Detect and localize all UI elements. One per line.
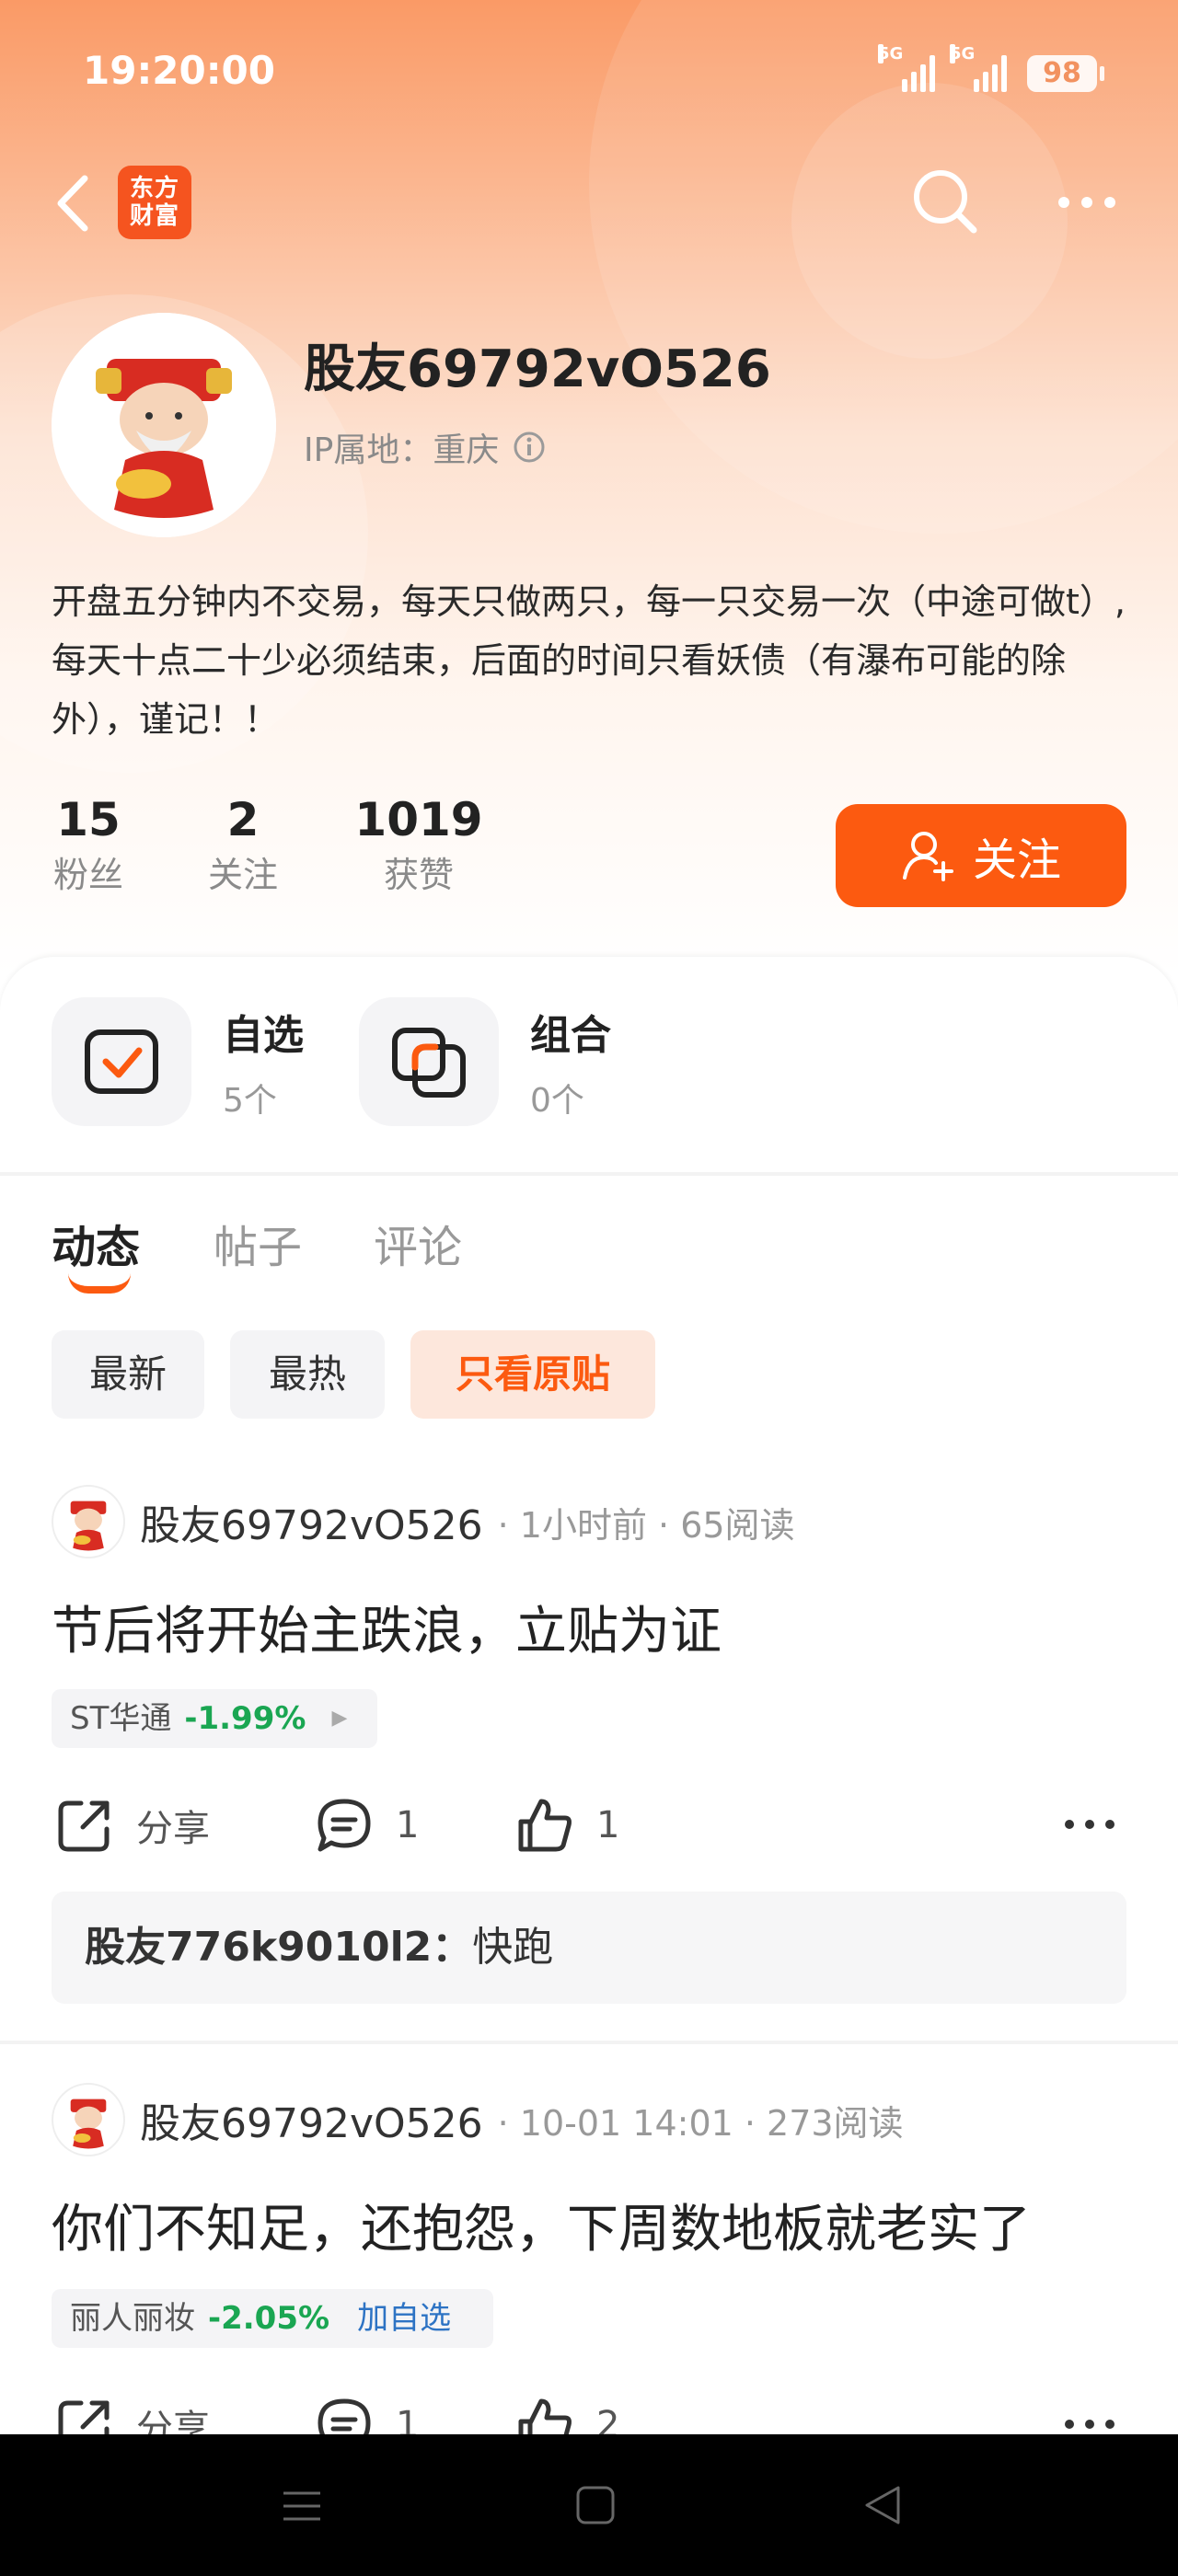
profile-avatar[interactable]: [52, 313, 276, 537]
portfolio-title: 组合: [530, 1012, 611, 1059]
fortune-god-avatar-icon: [70, 1501, 107, 1551]
system-navigation-bar: [0, 2434, 1178, 2576]
post-avatar[interactable]: [52, 1485, 125, 1558]
stat-likes[interactable]: 1019 获赞: [350, 793, 488, 897]
chevron-left-icon: [57, 175, 88, 232]
ip-location-row: IP属地：重庆: [304, 423, 547, 471]
stat-fans[interactable]: 15 粉丝: [33, 793, 144, 897]
post-more-button[interactable]: [1062, 1811, 1117, 1842]
share-action[interactable]: 分享: [55, 1796, 210, 1855]
stock-tag[interactable]: 丽人丽妆 -2.05% 加自选: [52, 2289, 493, 2348]
back-triangle-icon: [865, 2486, 900, 2524]
home-square-icon: [576, 2486, 615, 2524]
stock-name: ST华通: [70, 1700, 172, 1737]
more-dots-icon: [1065, 1820, 1114, 1829]
portfolio-icon: [392, 1028, 466, 1098]
profile-username: 股友69792vO526: [304, 339, 771, 399]
post-meta: · 10-01 14:01 · 273阅读: [497, 2102, 904, 2144]
more-options-button[interactable]: [1055, 184, 1119, 221]
stat-value: 1019: [354, 793, 483, 846]
thumbs-up-icon: [518, 1799, 572, 1852]
add-to-watchlist-link[interactable]: 加自选: [357, 2289, 451, 2348]
post-header: 股友69792vO526 · 10-01 14:01 · 273阅读: [52, 2083, 904, 2156]
post-author[interactable]: 股友69792vO526: [140, 1492, 483, 1551]
filter-hottest[interactable]: 最热: [230, 1330, 385, 1419]
fortune-god-avatar-icon: [70, 2099, 107, 2149]
info-icon[interactable]: [512, 430, 547, 465]
stat-value: 2: [226, 793, 260, 846]
search-icon: [914, 170, 977, 234]
status-time: 19:20:00: [83, 48, 275, 93]
tab-comments[interactable]: 评论: [374, 1211, 462, 1275]
like-action[interactable]: 1: [515, 1796, 619, 1855]
portfolio-count: 0个: [530, 1082, 584, 1120]
reply-author: 股友776k9010l2：: [85, 1924, 473, 1971]
filter-latest[interactable]: 最新: [52, 1330, 204, 1419]
signal-icon: 5G: [878, 44, 935, 92]
post-header: 股友69792vO526 · 1小时前 · 65阅读: [52, 1485, 795, 1558]
follow-button[interactable]: 关注: [836, 804, 1126, 907]
stock-change: -2.05%: [208, 2300, 330, 2337]
comment-count: 1: [396, 1804, 420, 1846]
home-button[interactable]: [574, 2484, 617, 2530]
watchlist-count: 5个: [223, 1082, 277, 1120]
watchlist-icon-box: [52, 997, 191, 1126]
share-icon: [58, 1800, 110, 1852]
stat-following[interactable]: 2 关注: [188, 793, 298, 897]
fortune-god-avatar-icon: [52, 313, 276, 537]
comment-action[interactable]: 1: [315, 1796, 419, 1855]
share-label: 分享: [136, 1808, 210, 1850]
more-dots-icon: [1058, 197, 1115, 208]
comment-icon: [318, 1799, 371, 1852]
menu-button[interactable]: [282, 2486, 322, 2530]
follow-label: 关注: [972, 834, 1061, 886]
battery-indicator: 98: [1027, 55, 1104, 92]
stat-label: 关注: [207, 855, 278, 895]
post-author[interactable]: 股友69792vO526: [140, 2090, 483, 2149]
profile-bio: 开盘五分钟内不交易，每天只做两只，每一只交易一次（中途可做t）,每天十点二十少必…: [52, 581, 1126, 740]
reply-text: 快跑: [472, 1924, 554, 1971]
tab-activity[interactable]: 动态: [52, 1211, 140, 1275]
search-button[interactable]: [909, 166, 979, 236]
stat-label: 粉丝: [52, 855, 123, 895]
stock-name: 丽人丽妆: [70, 2300, 195, 2337]
filter-original-only[interactable]: 只看原贴: [410, 1330, 655, 1419]
portfolio-icon-box: [359, 997, 499, 1126]
watchlist-title: 自选: [223, 1012, 304, 1059]
app-logo: 东方 财富: [118, 166, 191, 239]
section-divider: [0, 1172, 1178, 1176]
play-arrow-icon: ▶: [331, 1707, 348, 1730]
stock-tag[interactable]: ST华通 -1.99% ▶: [52, 1689, 377, 1748]
stat-value: 15: [56, 793, 121, 846]
post-text[interactable]: 节后将开始主跌浪，立贴为证: [52, 1590, 722, 1664]
tab-posts[interactable]: 帖子: [214, 1211, 302, 1275]
portfolio-link[interactable]: 组合 0个: [359, 997, 611, 1126]
back-button[interactable]: [48, 171, 103, 236]
post-divider: [0, 2041, 1178, 2044]
add-user-icon: [902, 832, 953, 881]
menu-icon: [283, 2491, 320, 2521]
checkbox-icon: [85, 1029, 158, 1094]
stat-label: 获赞: [383, 855, 454, 895]
post-avatar[interactable]: [52, 2083, 125, 2156]
post-meta: · 1小时前 · 65阅读: [497, 1504, 795, 1546]
like-count: 1: [596, 1804, 620, 1846]
signal-icon-2: 5G: [950, 44, 1007, 92]
stock-change: -1.99%: [184, 1700, 306, 1737]
comment-preview[interactable]: 股友776k9010l2：快跑: [52, 1892, 1126, 2004]
post-text[interactable]: 你们不知足，还抱怨，下周数地板就老实了: [52, 2188, 1031, 2262]
ip-location: IP属地：重庆: [304, 431, 500, 469]
watchlist-link[interactable]: 自选 5个: [52, 997, 304, 1126]
system-back-button[interactable]: [861, 2484, 904, 2530]
